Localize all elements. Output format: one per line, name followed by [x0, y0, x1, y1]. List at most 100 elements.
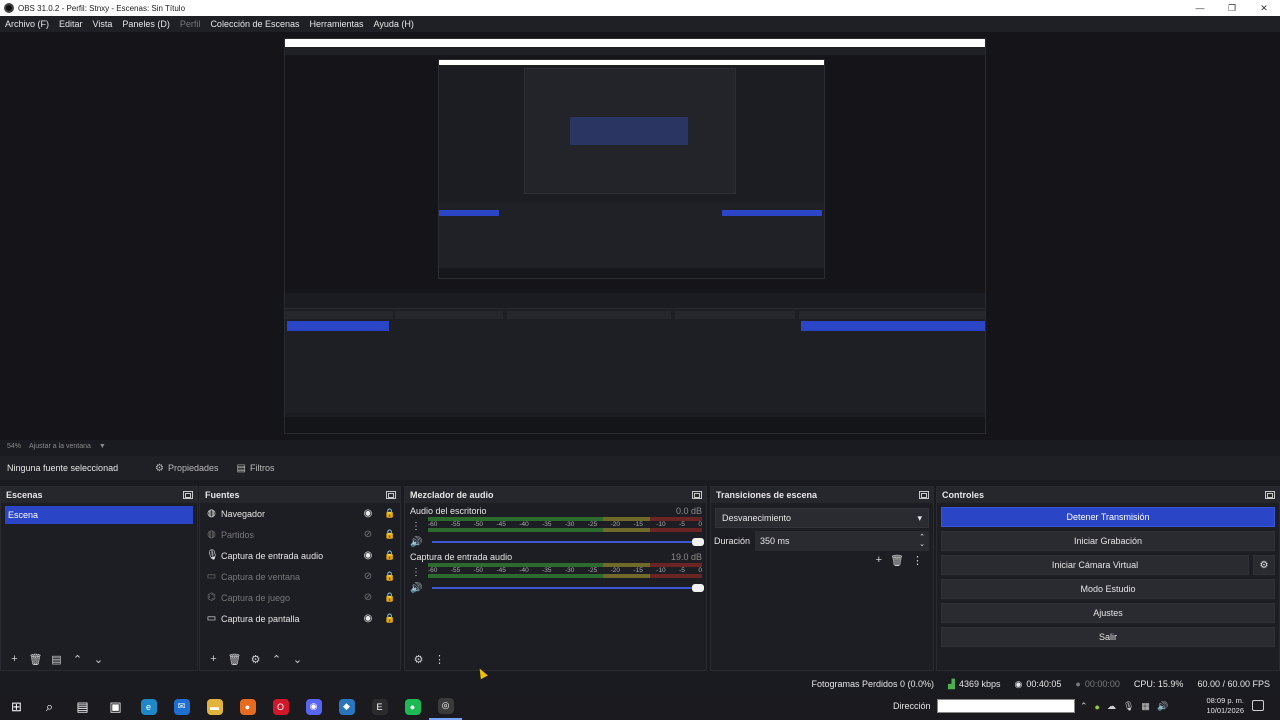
preview-canvas[interactable] — [284, 38, 986, 434]
source-item[interactable]: ▭ Captura de ventana ⊘ 🔒 — [200, 566, 400, 587]
menu-scene-collection[interactable]: Colección de Escenas — [205, 19, 304, 29]
slider-handle[interactable] — [692, 538, 704, 546]
firefox-icon[interactable]: ● — [231, 693, 264, 720]
address-input[interactable] — [936, 699, 1075, 713]
eye-icon[interactable]: ◉ — [362, 550, 374, 561]
close-button[interactable]: ✕ — [1248, 0, 1280, 16]
trash-icon[interactable]: 🗑 — [890, 554, 904, 567]
windows-start-icon[interactable]: ⊞ — [0, 693, 33, 720]
taskbar-clock[interactable]: 08:09 p. m. 10/01/2026 — [1200, 696, 1244, 716]
epic-games-icon[interactable]: E — [363, 693, 396, 720]
edge-icon[interactable]: e — [132, 693, 165, 720]
advanced-audio-icon[interactable]: ⚙ — [410, 651, 427, 668]
move-down-icon[interactable]: ⌄ — [289, 651, 306, 668]
more-options-icon[interactable]: ⋮ — [410, 567, 422, 578]
undock-icon[interactable] — [692, 491, 702, 499]
duration-spinbox[interactable]: 350 ms ⌃ ⌄ — [755, 531, 929, 551]
spotify-icon[interactable]: ● — [396, 693, 429, 720]
filters-button[interactable]: ▤ Filtros — [231, 459, 281, 478]
studio-mode-button[interactable]: Modo Estudio — [941, 579, 1275, 599]
undock-icon[interactable] — [183, 491, 193, 499]
filter-icon[interactable]: ▤ — [48, 651, 65, 668]
add-icon[interactable]: + — [6, 651, 23, 668]
meter-tick-label: -50 — [473, 521, 484, 528]
eye-hidden-icon[interactable]: ⊘ — [362, 571, 374, 582]
exit-button[interactable]: Salir — [941, 627, 1275, 647]
store-icon[interactable]: ▣ — [99, 693, 132, 720]
menu-view[interactable]: Vista — [88, 19, 118, 29]
eye-hidden-icon[interactable]: ⊘ — [362, 592, 374, 603]
minimize-button[interactable]: — — [1184, 0, 1216, 16]
source-item[interactable]: ◍ Navegador ◉ 🔒 — [200, 503, 400, 524]
volume-icon[interactable]: 🔊 — [410, 583, 422, 594]
discord-icon[interactable]: ◉ — [297, 693, 330, 720]
microphone-icon[interactable]: 🎙 — [1123, 701, 1134, 712]
slider-handle[interactable] — [692, 584, 704, 592]
network-icon[interactable]: ▦ — [1141, 701, 1150, 712]
zoom-mode-select[interactable]: Ajustar a la ventana — [29, 443, 91, 450]
volume-icon[interactable]: 🔊 — [1157, 701, 1168, 712]
spin-arrows-icon[interactable]: ⌃ ⌄ — [919, 534, 925, 548]
trash-icon[interactable]: 🗑 — [27, 651, 44, 668]
add-icon[interactable]: + — [876, 554, 882, 567]
notification-icon[interactable] — [1252, 700, 1264, 711]
start-recording-button[interactable]: Iniciar Grabación — [941, 531, 1275, 551]
move-down-icon[interactable]: ⌄ — [90, 651, 107, 668]
opera-icon[interactable]: O — [264, 693, 297, 720]
menu-edit[interactable]: Editar — [54, 19, 88, 29]
move-up-icon[interactable]: ⌃ — [69, 651, 86, 668]
volume-slider[interactable] — [432, 584, 704, 592]
menu-docks[interactable]: Paneles (D) — [117, 19, 175, 29]
start-virtual-camera-button[interactable]: Iniciar Cámara Virtual — [941, 555, 1249, 575]
lock-icon[interactable]: 🔒 — [384, 571, 395, 582]
lock-icon[interactable]: 🔒 — [384, 613, 395, 624]
lock-icon[interactable]: 🔒 — [384, 550, 395, 561]
scene-item[interactable]: Escena — [5, 506, 193, 524]
gear-icon[interactable]: ⚙ — [1253, 555, 1275, 575]
folder-icon[interactable]: ▬ — [198, 693, 231, 720]
eye-icon[interactable]: ◉ — [362, 508, 374, 519]
mail-icon[interactable]: ✉ — [165, 693, 198, 720]
lock-icon[interactable]: 🔒 — [384, 508, 395, 519]
cloud-icon[interactable]: ☁ — [1107, 701, 1116, 712]
source-item[interactable]: ▭ Captura de pantalla ◉ 🔒 — [200, 608, 400, 629]
transition-select[interactable]: Desvanecimiento ▾ — [715, 508, 929, 528]
menu-help[interactable]: Ayuda (H) — [369, 19, 419, 29]
undock-icon[interactable] — [1265, 491, 1275, 499]
volume-slider[interactable] — [432, 538, 704, 546]
menu-profile[interactable]: Perfil — [175, 19, 206, 29]
tray-app-icon[interactable]: ● — [1095, 702, 1100, 712]
mail-icon-glyph: ✉ — [173, 698, 190, 715]
trash-icon[interactable]: 🗑 — [226, 651, 243, 668]
add-icon[interactable]: + — [205, 651, 222, 668]
eye-hidden-icon[interactable]: ⊘ — [362, 529, 374, 540]
undock-icon[interactable] — [386, 491, 396, 499]
volume-icon[interactable]: 🔊 — [410, 537, 422, 548]
stop-streaming-button[interactable]: Detener Transmisión — [941, 507, 1275, 527]
lock-icon[interactable]: 🔒 — [384, 592, 395, 603]
chevron-down-icon[interactable]: ▼ — [99, 443, 106, 450]
search-icon[interactable]: ⌕ — [33, 693, 66, 720]
task-view-icon[interactable]: ▤ — [66, 693, 99, 720]
maximize-button[interactable]: ❐ — [1216, 0, 1248, 16]
properties-button[interactable]: ⚙ Propiedades — [149, 459, 225, 478]
menu-tools[interactable]: Herramientas — [305, 19, 369, 29]
more-options-icon[interactable]: ⋮ — [410, 521, 422, 532]
more-options-icon[interactable]: ⋮ — [431, 651, 448, 668]
source-item[interactable]: 🎙 Captura de entrada audio ◉ 🔒 — [200, 545, 400, 566]
discord-icon-glyph: ◉ — [305, 698, 322, 715]
move-up-icon[interactable]: ⌃ — [268, 651, 285, 668]
more-options-icon[interactable]: ⋮ — [912, 554, 923, 567]
gear-icon[interactable]: ⚙ — [247, 651, 264, 668]
settings-button[interactable]: Ajustes — [941, 603, 1275, 623]
tray-expand-icon[interactable]: ⌃ — [1080, 701, 1088, 712]
obs-icon[interactable]: ◎ — [429, 693, 462, 720]
lock-icon[interactable]: 🔒 — [384, 529, 395, 540]
menu-file[interactable]: Archivo (F) — [0, 19, 54, 29]
source-item[interactable]: ◍ Partidos ⊘ 🔒 — [200, 524, 400, 545]
source-item[interactable]: ⌬ Captura de juego ⊘ 🔒 — [200, 587, 400, 608]
undock-icon[interactable] — [919, 491, 929, 499]
eye-icon[interactable]: ◉ — [362, 613, 374, 624]
steam-icon[interactable]: ◆ — [330, 693, 363, 720]
preview-area[interactable] — [0, 32, 1280, 440]
